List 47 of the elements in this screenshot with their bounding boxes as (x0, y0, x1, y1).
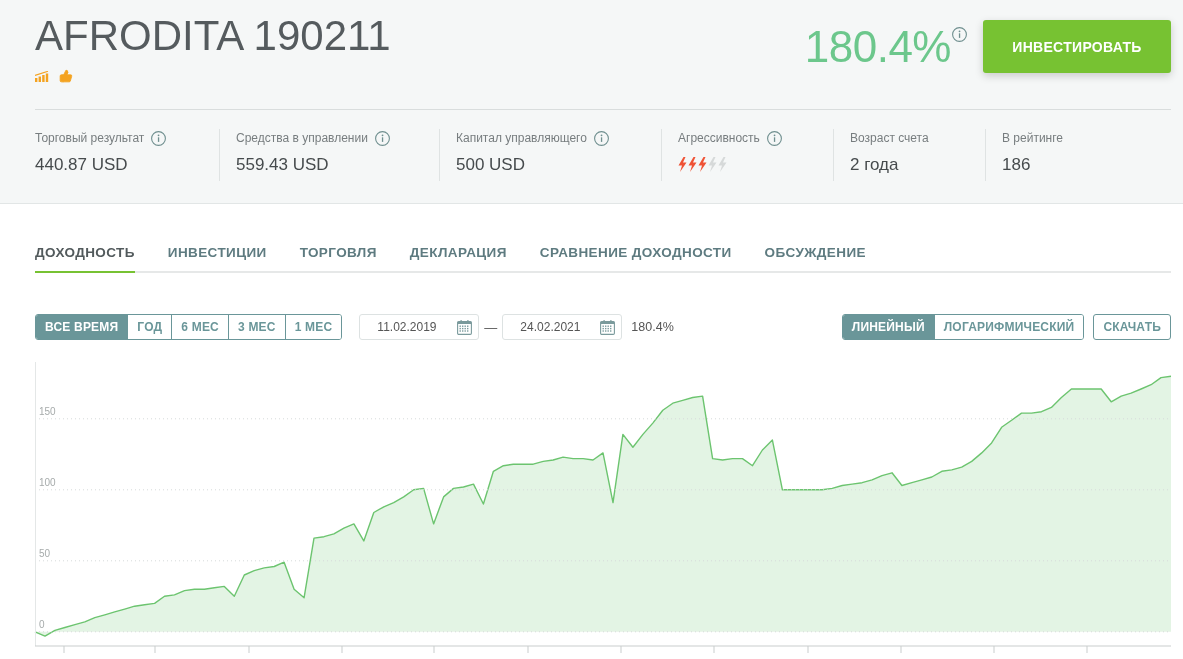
calendar-icon[interactable] (600, 319, 616, 335)
lightning-bolt-icon (708, 157, 717, 172)
stat-value: 440.87 USD (35, 155, 129, 175)
date-field[interactable]: 24.02.2021 (502, 314, 623, 340)
stat-value: 2 года (850, 155, 900, 175)
stat-label: Капитал управляющего (456, 131, 587, 145)
info-icon[interactable] (766, 130, 782, 146)
info-icon[interactable] (952, 27, 967, 42)
date-separator: — (484, 319, 498, 335)
scale-button[interactable]: ЛИНЕЙНЫЙ (842, 315, 934, 339)
thumbs-up-icon (59, 69, 73, 83)
stat-label: Средства в управлении (236, 131, 368, 145)
tab[interactable]: ТОРГОВЛЯ (299, 245, 377, 273)
stat-label: Торговый результат (35, 131, 145, 145)
lightning-bolt-icon (688, 157, 697, 172)
y-tick-label: 0 (39, 618, 45, 630)
stat-label: Возраст счета (850, 131, 929, 145)
scale-button[interactable]: ЛОГАРИФМИЧЕСКИЙ (933, 315, 1084, 339)
info-icon[interactable] (151, 130, 167, 146)
info-icon[interactable] (593, 130, 609, 146)
tab[interactable]: СРАВНЕНИЕ ДОХОДНОСТИ (539, 245, 732, 273)
tab[interactable]: ОБСУЖДЕНИЕ (764, 245, 866, 273)
tab[interactable]: ДОХОДНОСТЬ (35, 245, 135, 273)
info-icon[interactable] (374, 130, 390, 146)
y-tick-label: 50 (39, 547, 51, 559)
invest-button[interactable]: ИНВЕСТИРОВАТЬ (983, 20, 1171, 73)
period-button[interactable]: ВСЕ ВРЕМЯ (36, 315, 128, 339)
lightning-bolt-icon (718, 157, 727, 172)
lightning-bolt-icon (698, 157, 707, 172)
y-tick-label: 150 (39, 405, 56, 417)
range-return: 180.4% (631, 320, 674, 334)
calendar-icon[interactable] (457, 319, 473, 335)
stat-label: Агрессивность (678, 131, 760, 145)
stat-label: В рейтинге (1002, 131, 1063, 145)
account-title: AFRODITA 190211 (35, 12, 391, 60)
period-button[interactable]: 1 МЕС (284, 315, 342, 339)
signal-bars-icon (35, 70, 49, 82)
return-value: 180.4% (804, 22, 951, 72)
download-button[interactable]: СКАЧАТЬ (1093, 314, 1171, 340)
stat-value: 559.43 USD (236, 155, 330, 175)
stat-value: 186 (1002, 155, 1032, 175)
date-field[interactable]: 11.02.2019 (359, 314, 480, 340)
tab[interactable]: ДЕКЛАРАЦИЯ (409, 245, 507, 273)
stat-value: 500 USD (456, 155, 526, 175)
lightning-bolt-icon (678, 157, 687, 172)
tab[interactable]: ИНВЕСТИЦИИ (167, 245, 267, 273)
y-tick-label: 100 (39, 476, 56, 488)
